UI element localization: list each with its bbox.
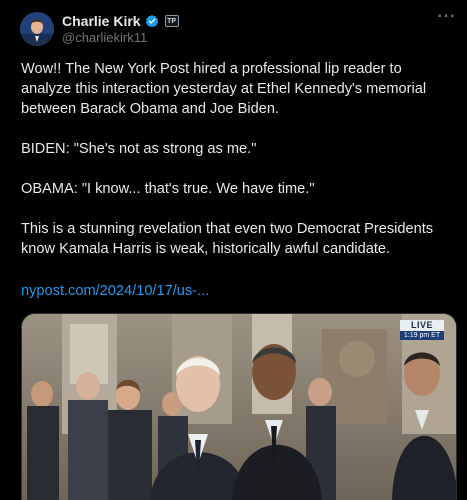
affiliation-badge-text: TP bbox=[167, 17, 177, 25]
avatar[interactable] bbox=[20, 12, 54, 46]
verified-badge-icon[interactable] bbox=[145, 14, 159, 28]
author-display-name[interactable]: Charlie Kirk bbox=[62, 13, 141, 29]
live-time: 1:19 pm ET bbox=[400, 331, 444, 340]
more-options-button[interactable]: ··· bbox=[436, 9, 458, 28]
live-indicator: LIVE 1:19 pm ET bbox=[400, 320, 444, 340]
tweet-paragraph: OBAMA: "I know... that's true. We have t… bbox=[21, 181, 315, 197]
tweet-text: Wow!! The New York Post hired a professi… bbox=[21, 59, 453, 259]
affiliation-badge-icon[interactable]: TP bbox=[164, 15, 179, 27]
video-frame-image bbox=[22, 314, 456, 500]
author-handle[interactable]: @charliekirk11 bbox=[62, 30, 147, 45]
tweet[interactable]: Charlie Kirk TP @charliekirk11 ··· Wow!!… bbox=[0, 0, 467, 500]
tweet-paragraph: Wow!! The New York Post hired a professi… bbox=[21, 61, 427, 117]
author-name-row: Charlie Kirk TP bbox=[62, 12, 179, 30]
avatar-photo bbox=[20, 12, 54, 46]
tweet-paragraph: BIDEN: "She's not as strong as me." bbox=[21, 141, 257, 157]
tweet-paragraph: This is a stunning revelation that even … bbox=[21, 221, 434, 257]
article-link[interactable]: nypost.com/2024/10/17/us-... bbox=[21, 283, 209, 299]
media-video[interactable]: LIVE 1:19 pm ET bbox=[21, 313, 457, 500]
live-label: LIVE bbox=[400, 320, 444, 331]
